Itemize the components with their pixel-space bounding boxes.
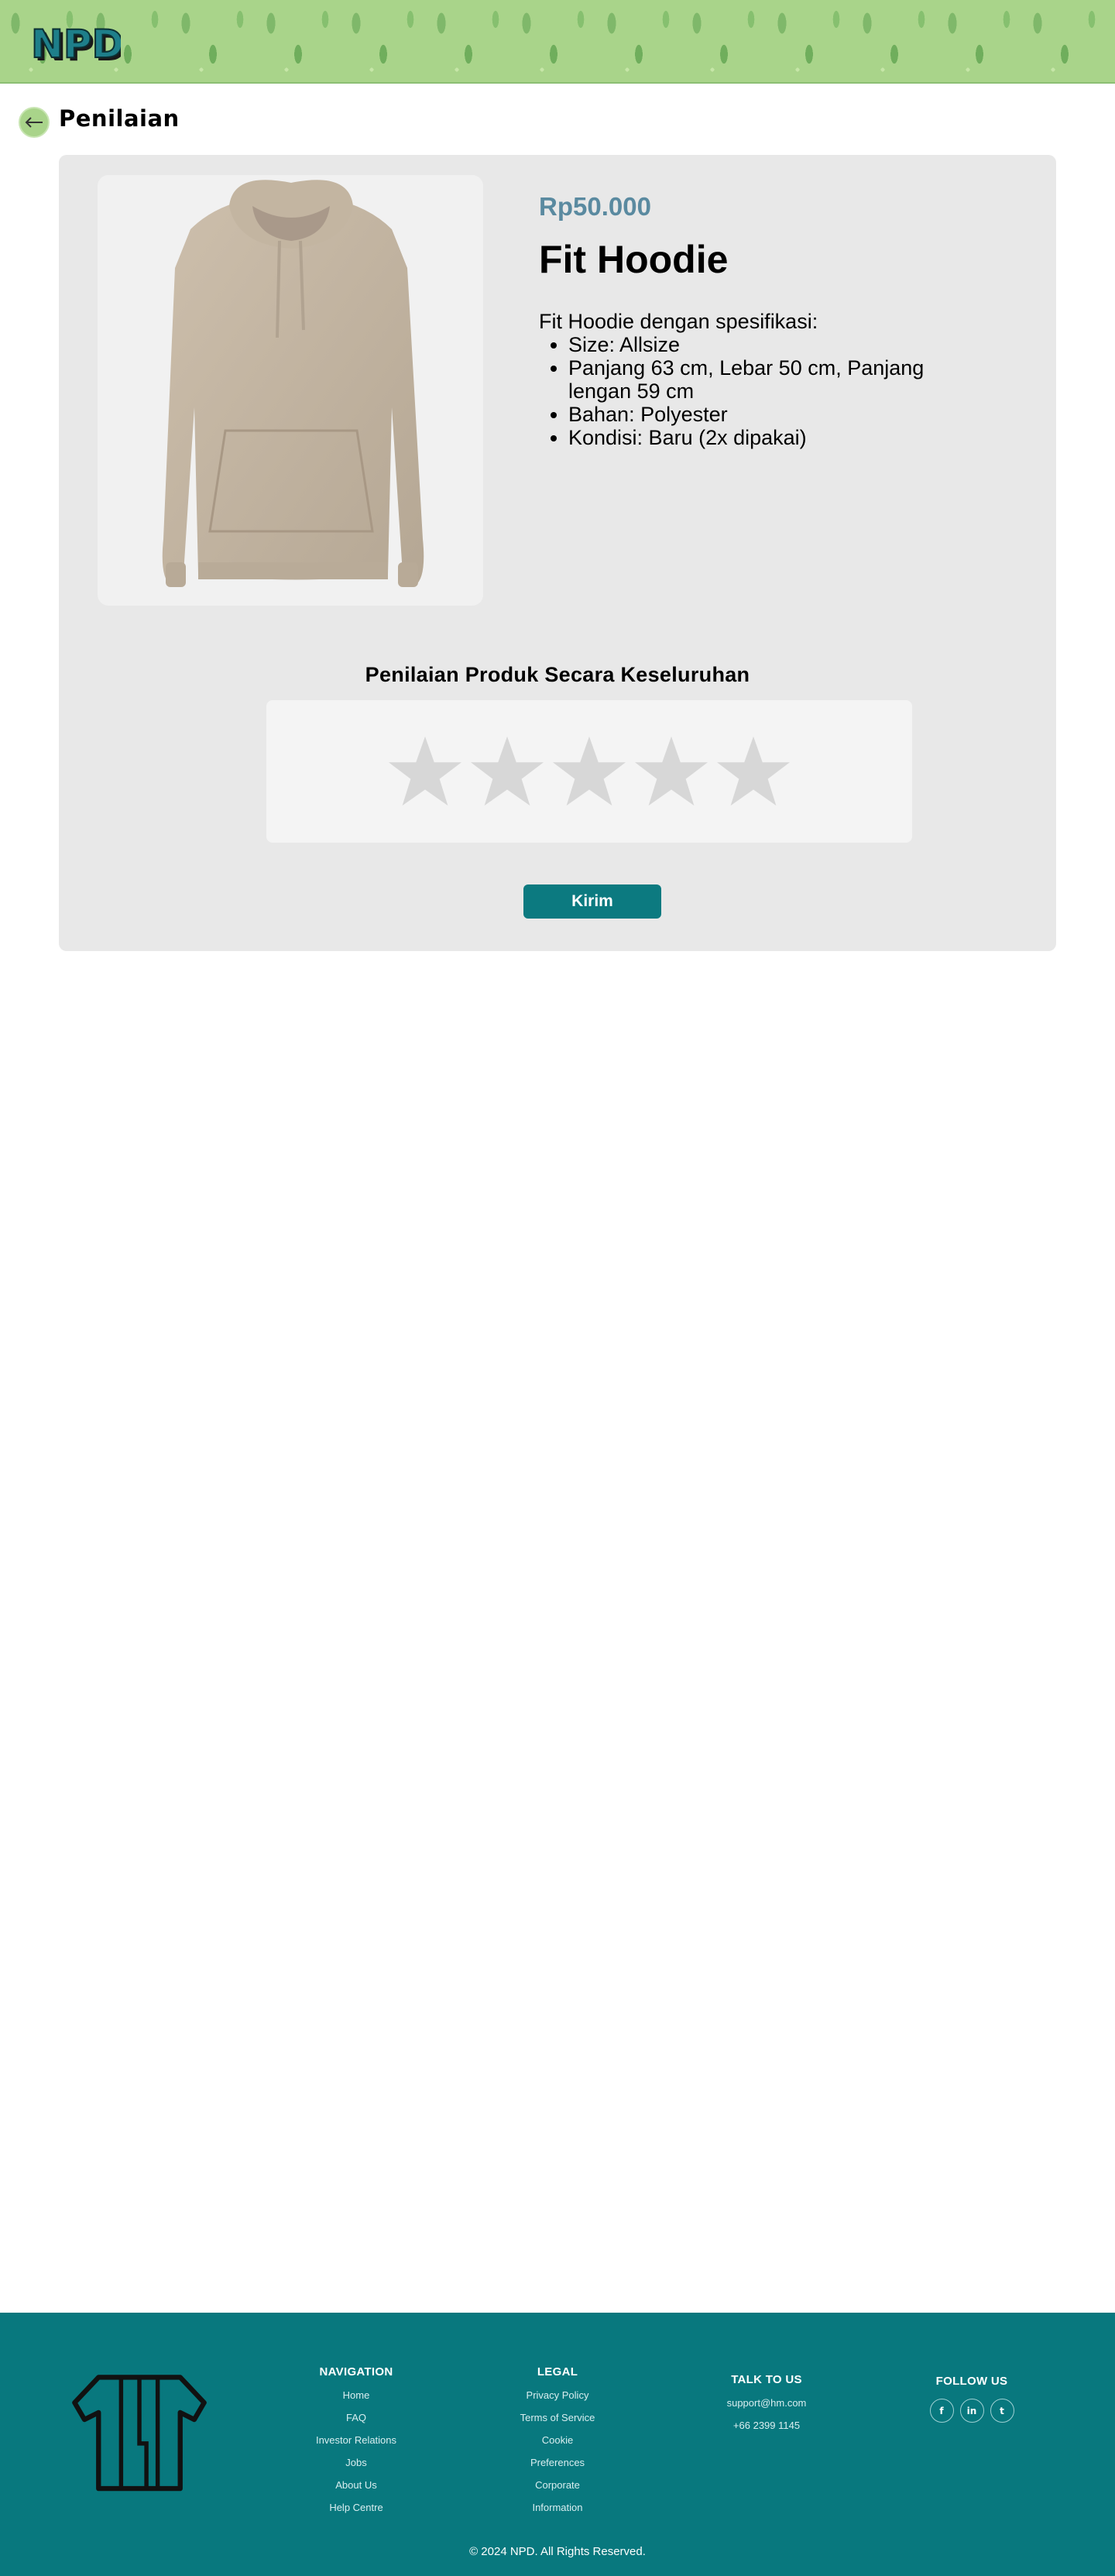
product-name: Fit Hoodie (539, 238, 729, 281)
footer-link-home[interactable]: Home (279, 2389, 434, 2401)
product-description: Fit Hoodie dengan spesifikasi: Size: All… (539, 310, 942, 449)
spec-item: Size: Allsize (568, 333, 942, 356)
star-icon-3[interactable] (551, 733, 627, 809)
spec-list: Size: Allsize Panjang 63 cm, Lebar 50 cm… (539, 333, 942, 449)
star-icon-2[interactable] (469, 733, 545, 809)
support-phone[interactable]: +66 2399 1145 (689, 2420, 844, 2431)
footer-talk-title: TALK TO US (731, 2373, 802, 2386)
header-banner: NPD NPD (0, 0, 1115, 84)
rating-card: Rp50.000 Fit Hoodie Fit Hoodie dengan sp… (59, 155, 1056, 951)
hoodie-image (98, 175, 483, 606)
footer-link-privacy[interactable]: Privacy Policy (480, 2389, 635, 2401)
footer-link-information[interactable]: Information (480, 2502, 635, 2513)
footer-legal: LEGAL Privacy Policy Terms of Service Co… (480, 2365, 635, 2524)
star-icon-1[interactable] (387, 733, 463, 809)
facebook-icon[interactable]: f (929, 2399, 954, 2423)
page-title: Penilaian (59, 105, 180, 132)
copyright: © 2024 NPD. All Rights Reserved. (469, 2545, 646, 2558)
footer: NAVIGATION Home FAQ Investor Relations J… (0, 2313, 1115, 2576)
product-price: Rp50.000 (539, 192, 651, 221)
footer-follow: FOLLOW US f in t (894, 2375, 1049, 2423)
npd-logo[interactable]: NPD NPD (29, 22, 121, 67)
svg-text:NPD: NPD (31, 22, 121, 67)
support-email[interactable]: support@hm.com (689, 2397, 844, 2409)
spec-item: Kondisi: Baru (2x dipakai) (568, 426, 942, 449)
star-icon-5[interactable] (715, 733, 791, 809)
shirt-logo-icon (72, 2375, 207, 2492)
footer-link-corporate[interactable]: Corporate (480, 2479, 635, 2491)
twitter-icon[interactable]: t (990, 2399, 1014, 2423)
description-intro: Fit Hoodie dengan spesifikasi: (539, 310, 818, 333)
star-rating[interactable] (266, 700, 912, 843)
footer-legal-title: LEGAL (537, 2365, 578, 2379)
footer-link-about[interactable]: About Us (279, 2479, 434, 2491)
footer-talk: TALK TO US support@hm.com +66 2399 1145 (689, 2373, 844, 2442)
footer-follow-title: FOLLOW US (935, 2375, 1008, 2388)
footer-link-jobs[interactable]: Jobs (279, 2457, 434, 2468)
arrow-left-icon (25, 117, 43, 128)
footer-navigation: NAVIGATION Home FAQ Investor Relations J… (279, 2365, 434, 2524)
linkedin-icon[interactable]: in (959, 2399, 984, 2423)
footer-link-faq[interactable]: FAQ (279, 2412, 434, 2423)
footer-link-preferences[interactable]: Preferences (480, 2457, 635, 2468)
spec-item: Panjang 63 cm, Lebar 50 cm, Panjang leng… (568, 356, 942, 403)
footer-link-investor[interactable]: Investor Relations (279, 2434, 434, 2446)
footer-link-cookie[interactable]: Cookie (480, 2434, 635, 2446)
spec-item: Bahan: Polyester (568, 403, 942, 426)
rating-title: Penilaian Produk Secara Keseluruhan (365, 663, 750, 686)
star-icon-4[interactable] (633, 733, 709, 809)
footer-nav-title: NAVIGATION (319, 2365, 393, 2379)
footer-link-help[interactable]: Help Centre (279, 2502, 434, 2513)
social-links: f in t (894, 2399, 1049, 2423)
submit-button[interactable]: Kirim (523, 884, 661, 919)
back-button[interactable] (19, 107, 50, 138)
footer-link-terms[interactable]: Terms of Service (480, 2412, 635, 2423)
